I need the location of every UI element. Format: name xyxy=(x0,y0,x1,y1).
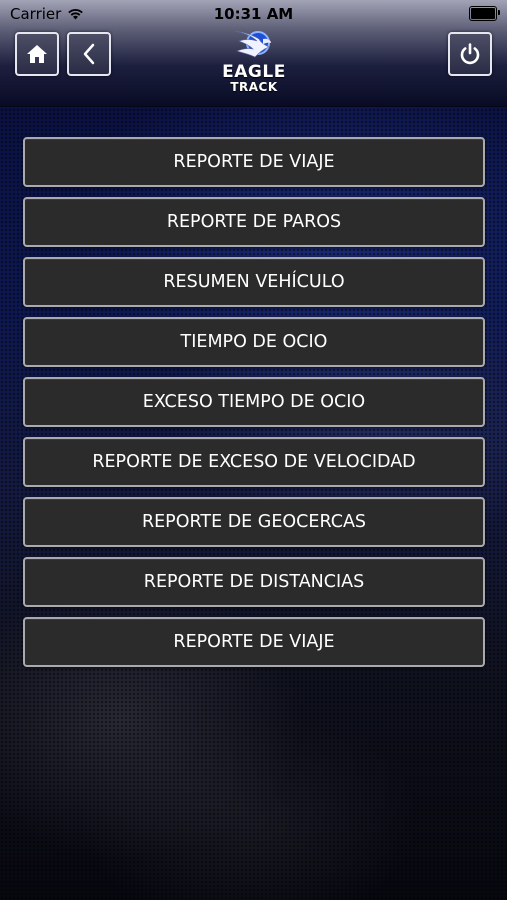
power-icon xyxy=(460,43,480,65)
power-button[interactable] xyxy=(448,32,492,76)
menu-button-exceso-tiempo-de-ocio[interactable]: EXCESO TIEMPO DE OCIO xyxy=(23,377,485,427)
menu-button-reporte-de-distancias[interactable]: REPORTE DE DISTANCIAS xyxy=(23,557,485,607)
eagle-track-logo: EAGLE TRACK xyxy=(213,27,295,95)
menu-button-tiempo-de-ocio[interactable]: TIEMPO DE OCIO xyxy=(23,317,485,367)
logo-text-track: TRACK xyxy=(230,80,278,94)
menu-button-resumen-vehiculo[interactable]: RESUMEN VEHÍCULO xyxy=(23,257,485,307)
logo-text-eagle: EAGLE xyxy=(222,62,286,82)
home-icon xyxy=(27,45,47,63)
menu-button-reporte-exceso-velocidad[interactable]: REPORTE DE EXCESO DE VELOCIDAD xyxy=(23,437,485,487)
app-header: Carrier 10:31 AM EAGLE TRACK xyxy=(0,0,507,107)
report-menu: REPORTE DE VIAJE REPORTE DE PAROS RESUME… xyxy=(23,137,485,677)
home-button[interactable] xyxy=(15,32,59,76)
status-time: 10:31 AM xyxy=(213,5,294,23)
menu-button-reporte-de-geocercas[interactable]: REPORTE DE GEOCERCAS xyxy=(23,497,485,547)
chevron-left-icon xyxy=(83,43,95,65)
eagle-emblem-icon xyxy=(234,30,271,58)
menu-button-reporte-de-viaje[interactable]: REPORTE DE VIAJE xyxy=(23,137,485,187)
battery-icon xyxy=(469,6,500,21)
menu-button-reporte-de-viaje-2[interactable]: REPORTE DE VIAJE xyxy=(23,617,485,667)
back-button[interactable] xyxy=(67,32,111,76)
menu-button-reporte-de-paros[interactable]: REPORTE DE PAROS xyxy=(23,197,485,247)
status-bar: Carrier 10:31 AM xyxy=(0,0,507,28)
